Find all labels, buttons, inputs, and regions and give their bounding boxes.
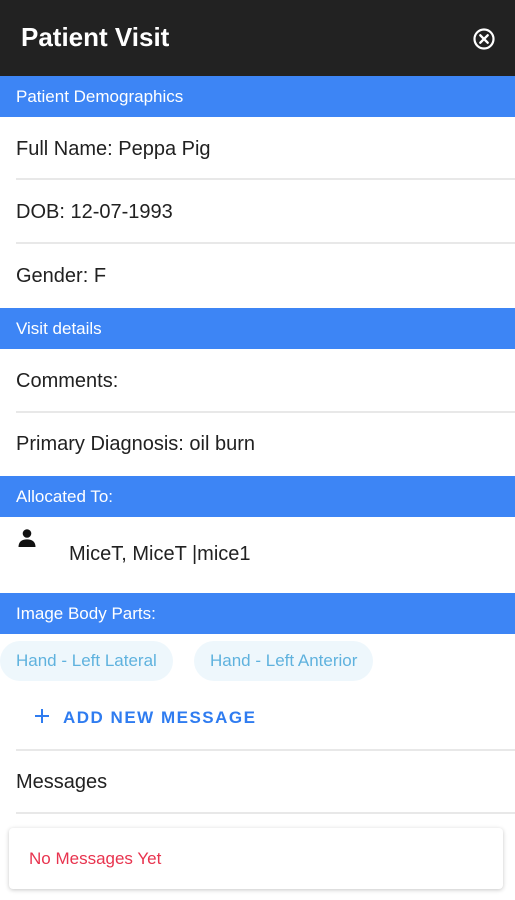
divider <box>16 242 515 244</box>
body-part-chip[interactable]: Hand - Left Lateral <box>0 641 173 681</box>
section-header-image-body-parts: Image Body Parts: <box>0 593 515 634</box>
top-app-bar: Patient Visit <box>0 0 515 76</box>
section-header-demographics: Patient Demographics <box>0 76 515 117</box>
full-name-field: Full Name: Peppa Pig <box>16 138 211 160</box>
comments-field: Comments: <box>16 370 119 392</box>
divider <box>16 411 515 413</box>
plus-icon <box>35 709 49 723</box>
dob-field: DOB: 12-07-1993 <box>16 201 173 223</box>
add-new-message-label: ADD NEW MESSAGE <box>63 708 257 727</box>
messages-card: No Messages Yet <box>9 828 503 889</box>
divider <box>16 178 515 180</box>
person-icon <box>18 529 36 547</box>
empty-messages-text: No Messages Yet <box>29 849 162 868</box>
gender-field: Gender: F <box>16 265 107 287</box>
section-title: Patient Demographics <box>16 87 184 106</box>
section-title: Image Body Parts: <box>16 604 156 623</box>
page-title: Patient Visit <box>21 22 170 52</box>
messages-title: Messages <box>16 771 108 793</box>
primary-diagnosis-field: Primary Diagnosis: oil burn <box>16 433 255 455</box>
close-icon[interactable] <box>472 27 496 51</box>
divider <box>16 812 515 814</box>
divider <box>16 749 515 751</box>
section-title: Allocated To: <box>16 487 114 506</box>
section-header-visit-details: Visit details <box>0 308 515 349</box>
allocated-to-value: MiceT, MiceT |mice1 <box>69 543 251 565</box>
section-header-allocated-to: Allocated To: <box>0 476 515 517</box>
section-title: Visit details <box>16 319 102 338</box>
body-part-chip[interactable]: Hand - Left Anterior <box>194 641 374 681</box>
